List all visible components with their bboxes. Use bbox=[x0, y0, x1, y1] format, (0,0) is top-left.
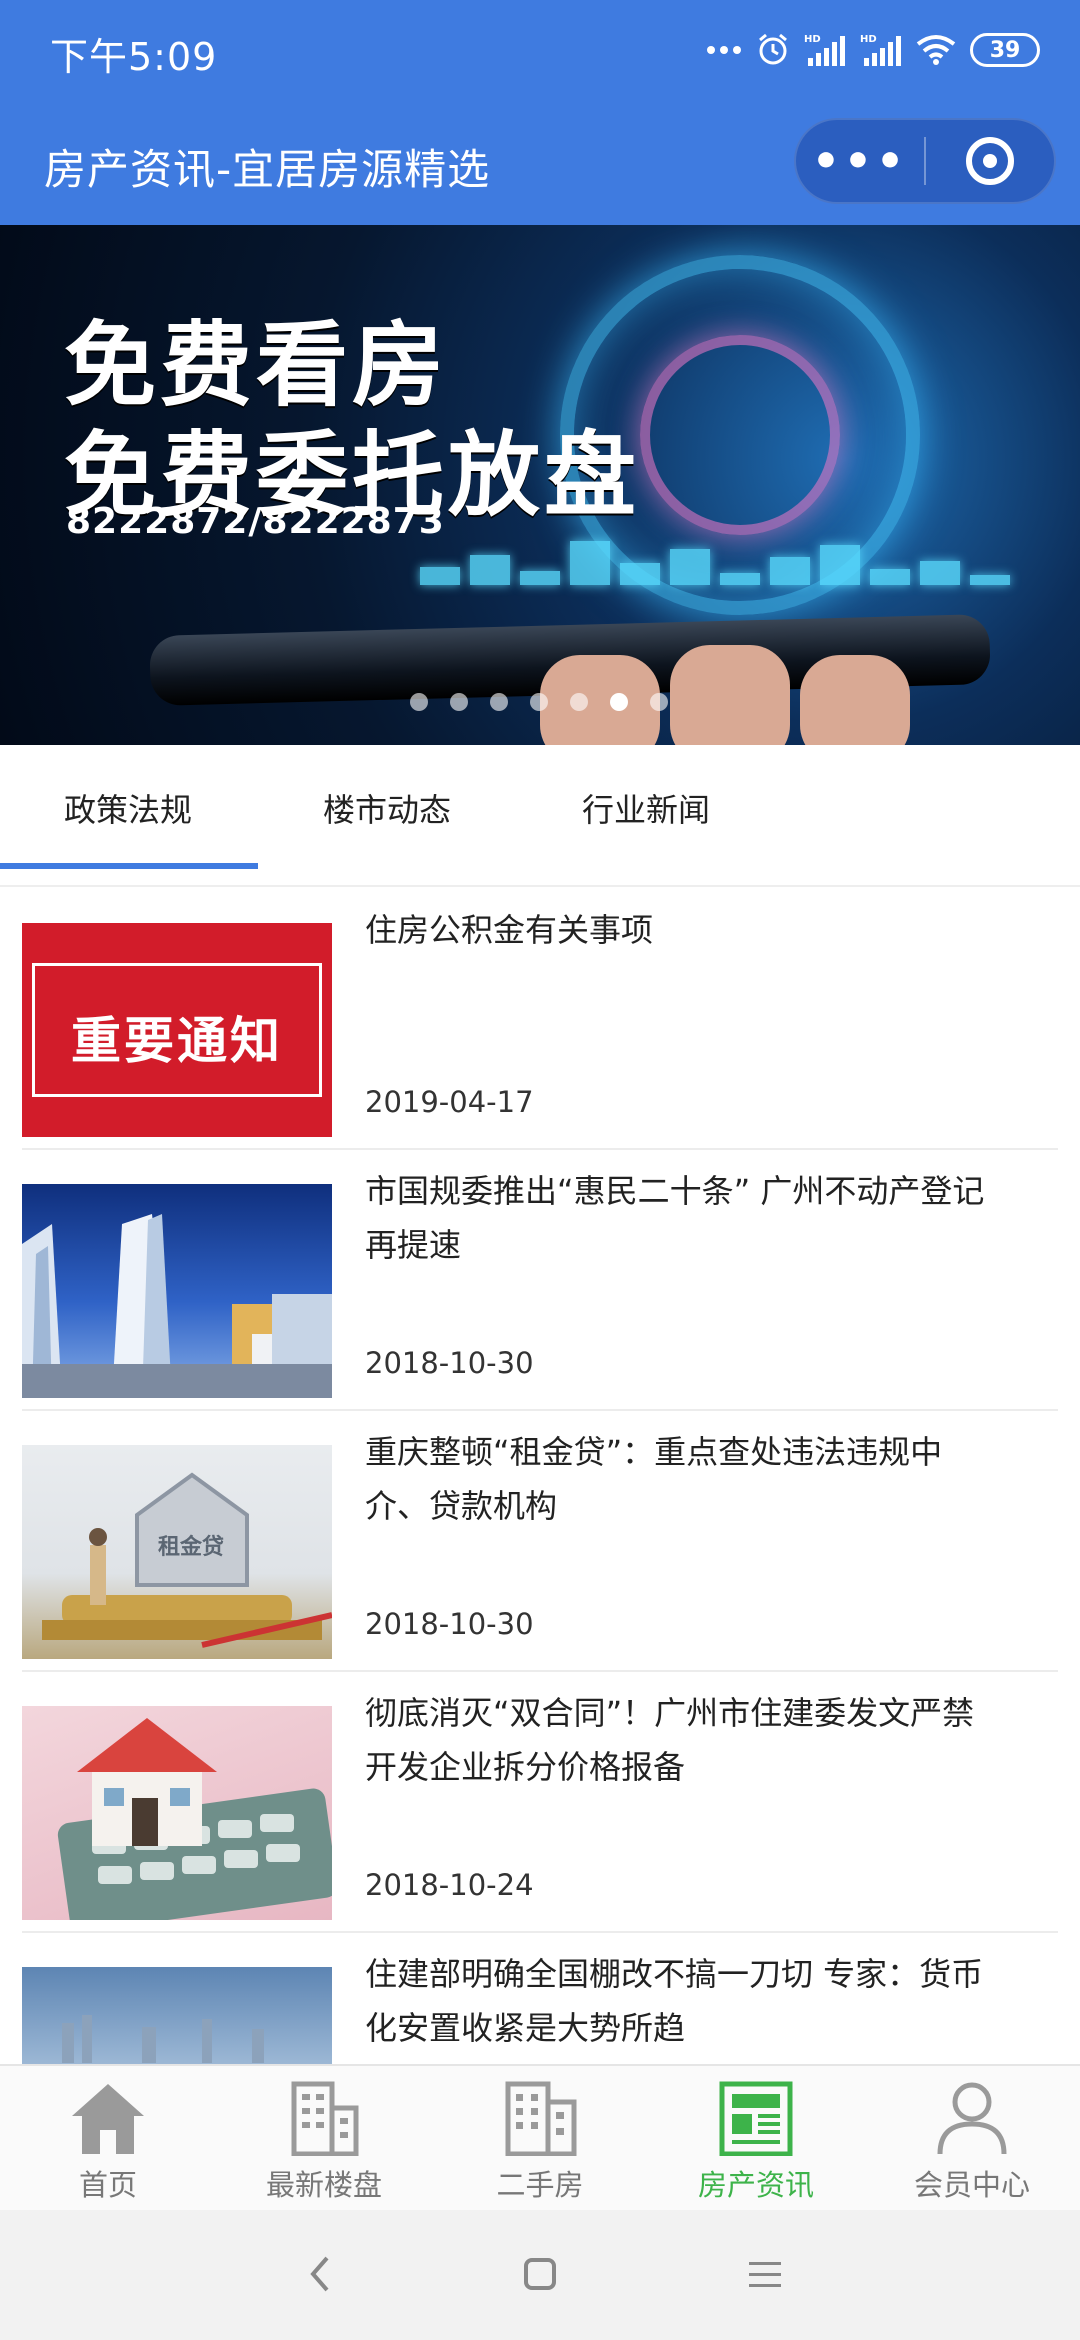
carousel-dot[interactable] bbox=[410, 693, 428, 711]
target-circle-icon bbox=[965, 137, 1014, 185]
news-thumbnail bbox=[22, 1184, 332, 1398]
home-icon bbox=[68, 2080, 148, 2156]
nav-new-properties[interactable]: 最新楼盘 bbox=[216, 2076, 432, 2206]
thumbnail-text: 租金贷 bbox=[158, 1535, 225, 1560]
news-title: 市国规委推出“惠民二十条” 广州不动产登记再提速 bbox=[365, 1172, 985, 1264]
carousel-dot[interactable] bbox=[490, 693, 508, 711]
news-list: 重要通知 住房公积金有关事项 2019-04-17 市国规委推出“惠民二十条” … bbox=[0, 889, 1080, 2064]
banner-glow-ring-inner bbox=[640, 335, 840, 535]
promo-banner[interactable]: 免费看房 免费委托放盘 8222872/8222873 bbox=[0, 225, 1080, 745]
news-thumbnail: 租金贷 bbox=[22, 1445, 332, 1659]
nav-member-center[interactable]: 会员中心 bbox=[864, 2076, 1080, 2206]
thumbnail-text: 重要通知 bbox=[71, 1012, 283, 1070]
news-date: 2018-10-30 bbox=[365, 1346, 534, 1380]
news-item[interactable]: 市国规委推出“惠民二十条” 广州不动产登记再提速 2018-10-30 bbox=[22, 1150, 1058, 1411]
news-thumbnail bbox=[22, 1706, 332, 1920]
nav-label: 二手房 bbox=[496, 2168, 584, 2202]
status-time: 下午5:09 bbox=[50, 35, 218, 79]
nav-second-hand[interactable]: 二手房 bbox=[432, 2076, 648, 2206]
svg-text:HD: HD bbox=[860, 34, 877, 45]
mini-program-capsule: ••• bbox=[794, 118, 1056, 204]
wifi-icon bbox=[916, 34, 956, 66]
news-item[interactable]: 住建部明确全国棚改不搞一刀切 专家：货币化安置收紧是大势所趋 bbox=[22, 1933, 1058, 2064]
nav-label: 首页 bbox=[78, 2168, 137, 2202]
back-icon[interactable] bbox=[290, 2244, 350, 2304]
nav-real-estate-news[interactable]: 房产资讯 bbox=[648, 2076, 864, 2206]
newspaper-icon bbox=[716, 2080, 796, 2157]
nav-home[interactable]: 首页 bbox=[0, 2076, 216, 2206]
tab-market[interactable]: 楼市动态 bbox=[323, 785, 451, 831]
news-thumbnail: 重要通知 bbox=[22, 923, 332, 1137]
banner-phone-numbers: 8222872/8222873 bbox=[66, 501, 445, 542]
signal-hd-icon: HD bbox=[804, 32, 846, 68]
bottom-navigation: 首页 最新楼盘 二手房 房产资讯 会员中心 bbox=[0, 2064, 1080, 2210]
carousel-dot[interactable] bbox=[530, 693, 548, 711]
nav-label: 最新楼盘 bbox=[265, 2168, 382, 2202]
menu-icon[interactable] bbox=[735, 2244, 795, 2304]
category-tabs: 政策法规 楼市动态 行业新闻 bbox=[0, 745, 1080, 887]
carousel-indicators bbox=[410, 693, 668, 711]
nav-label: 会员中心 bbox=[913, 2168, 1030, 2202]
news-date: 2019-04-17 bbox=[365, 1085, 534, 1119]
banner-finger bbox=[800, 655, 910, 745]
buildings-icon bbox=[500, 2080, 580, 2157]
close-button[interactable] bbox=[926, 120, 1054, 202]
news-item[interactable]: 租金贷 重庆整顿“租金贷”：重点查处违法违规中介、贷款机构 2018-10-30 bbox=[22, 1411, 1058, 1672]
building-icon bbox=[284, 2080, 364, 2157]
alarm-icon bbox=[756, 33, 790, 67]
battery-icon: 39 bbox=[970, 33, 1040, 67]
carousel-dot[interactable] bbox=[650, 693, 668, 711]
news-title: 彻底消灭“双合同”！广州市住建委发文严禁开发企业拆分价格报备 bbox=[365, 1694, 975, 1786]
nav-label: 房产资讯 bbox=[697, 2168, 814, 2202]
home-square-icon[interactable] bbox=[510, 2244, 570, 2304]
news-date: 2018-10-24 bbox=[365, 1868, 534, 1902]
user-icon bbox=[932, 2080, 1012, 2156]
news-item[interactable]: 彻底消灭“双合同”！广州市住建委发文严禁开发企业拆分价格报备 2018-10-2… bbox=[22, 1672, 1058, 1933]
header: 下午5:09 HD HD 39 房产资讯-宜居房源精选 ••• bbox=[0, 0, 1080, 225]
more-button[interactable]: ••• bbox=[796, 120, 924, 202]
carousel-dot[interactable] bbox=[570, 693, 588, 711]
tab-industry-news[interactable]: 行业新闻 bbox=[582, 785, 710, 831]
signal-hd-icon: HD bbox=[860, 32, 902, 68]
tab-policy[interactable]: 政策法规 bbox=[64, 785, 192, 831]
app-screen: 下午5:09 HD HD 39 房产资讯-宜居房源精选 ••• 免费看房 免费委… bbox=[0, 0, 1080, 2340]
news-title: 住房公积金有关事项 bbox=[365, 911, 654, 949]
carousel-dot[interactable] bbox=[450, 693, 468, 711]
status-icons: HD HD 39 bbox=[706, 28, 1040, 72]
more-dots-icon bbox=[706, 45, 742, 55]
active-tab-indicator bbox=[0, 863, 258, 869]
status-bar: 下午5:09 HD HD 39 bbox=[0, 0, 1080, 100]
svg-text:HD: HD bbox=[804, 34, 821, 45]
news-title: 重庆整顿“租金贷”：重点查处违法违规中介、贷款机构 bbox=[365, 1433, 943, 1525]
carousel-dot[interactable] bbox=[610, 693, 628, 711]
banner-finger bbox=[670, 645, 790, 745]
system-navigation-bar bbox=[0, 2210, 1080, 2340]
title-bar: 房产资讯-宜居房源精选 ••• bbox=[0, 100, 1080, 225]
news-item[interactable]: 重要通知 住房公积金有关事项 2019-04-17 bbox=[22, 889, 1058, 1150]
news-date: 2018-10-30 bbox=[365, 1607, 534, 1641]
news-thumbnail bbox=[22, 1967, 332, 2064]
page-title: 房产资讯-宜居房源精选 bbox=[44, 145, 491, 194]
news-title: 住建部明确全国棚改不搞一刀切 专家：货币化安置收紧是大势所趋 bbox=[365, 1955, 984, 2047]
